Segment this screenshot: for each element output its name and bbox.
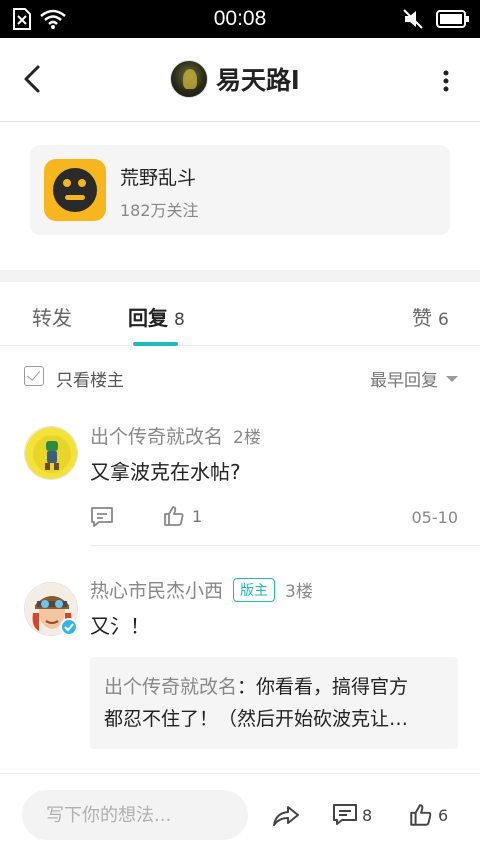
reply-actions: 1 05-10 xyxy=(90,504,458,534)
like-count: 1 xyxy=(192,506,203,526)
forum-card[interactable]: 荒野乱斗 182万关注 xyxy=(30,145,450,235)
tab-replies[interactable]: 回复 8 xyxy=(128,302,185,331)
like-button[interactable]: 1 xyxy=(162,504,202,528)
quote-text-line1: 你看看，搞得官方 xyxy=(256,676,409,698)
comment-icon[interactable] xyxy=(90,506,114,528)
reply-header: 出个传奇就改名 2楼 xyxy=(90,422,261,449)
floor-number: 2楼 xyxy=(233,428,261,448)
post-tabs: 转发 回复 8 赞 6 xyxy=(0,282,480,346)
tab-forward-label: 转发 xyxy=(32,306,72,330)
tab-replies-label: 回复 xyxy=(128,306,168,330)
section-divider xyxy=(0,270,480,282)
quoted-reply[interactable]: 出个传奇就改名：你看看，搞得官方 都忍不住了！（然后开始砍波克让… xyxy=(90,657,458,749)
bottom-reply-bar: 8 6 xyxy=(0,773,480,854)
reply-header: 热心市民杰小西 版主 3楼 xyxy=(90,576,313,603)
thumbs-up-icon xyxy=(164,506,184,526)
chevron-down-icon xyxy=(446,375,458,382)
active-tab-indicator xyxy=(133,342,178,346)
forum-name: 荒野乱斗 xyxy=(120,167,197,189)
forum-followers: 182万关注 xyxy=(120,201,199,220)
comment-count: 8 xyxy=(362,805,373,825)
avatar-image xyxy=(25,427,77,479)
quote-author[interactable]: 出个传奇就改名 xyxy=(104,676,237,698)
tab-replies-count: 8 xyxy=(174,310,185,330)
status-right-icons xyxy=(402,8,470,30)
reply-divider xyxy=(90,545,480,546)
comment-button[interactable]: 8 xyxy=(332,803,372,827)
like-post-button[interactable]: 6 xyxy=(408,802,448,828)
thumbs-up-icon xyxy=(410,804,432,826)
only-op-label[interactable]: 只看楼主 xyxy=(56,366,124,391)
tab-likes-count: 6 xyxy=(438,310,449,330)
reply-author[interactable]: 出个传奇就改名 xyxy=(90,422,223,449)
quote-text-line2: 都忍不住了！（然后开始砍波克让… xyxy=(104,708,409,730)
post-like-count: 6 xyxy=(438,805,449,825)
reply-text[interactable]: 又氵！ xyxy=(90,610,150,639)
author-avatar[interactable] xyxy=(170,60,208,98)
verified-badge-icon xyxy=(60,618,78,636)
tab-likes[interactable]: 赞 6 xyxy=(412,302,449,331)
forum-logo-icon xyxy=(44,159,106,221)
only-op-checkbox[interactable] xyxy=(24,366,44,386)
quote-separator: ： xyxy=(237,676,257,698)
tab-forward[interactable]: 转发 xyxy=(32,302,72,331)
sort-dropdown[interactable]: 最早回复 xyxy=(370,366,458,391)
mute-icon xyxy=(403,9,423,29)
comment-icon xyxy=(333,804,357,825)
back-arrow-icon[interactable] xyxy=(18,64,48,94)
post-author-header[interactable]: 易天路l xyxy=(170,60,300,98)
reply-author[interactable]: 热心市民杰小西 xyxy=(90,576,223,603)
more-options-icon[interactable] xyxy=(442,70,450,92)
reply-date: 05-10 xyxy=(411,508,459,527)
reply-filter-row: 只看楼主 最早回复 xyxy=(0,356,480,400)
floor-number: 3楼 xyxy=(285,582,313,602)
author-name[interactable]: 易天路l xyxy=(216,61,300,97)
reply-input[interactable] xyxy=(22,790,248,840)
moderator-badge: 版主 xyxy=(233,577,276,602)
status-bar: 00:08 xyxy=(0,0,480,38)
battery-icon xyxy=(436,10,469,28)
tab-likes-label: 赞 xyxy=(412,306,432,330)
reply-text[interactable]: 又拿波克在水帖? xyxy=(90,456,241,485)
reply-avatar[interactable] xyxy=(24,426,78,480)
sort-label: 最早回复 xyxy=(370,371,438,391)
share-icon[interactable] xyxy=(272,804,300,828)
top-nav-bar: 易天路l xyxy=(0,38,480,122)
